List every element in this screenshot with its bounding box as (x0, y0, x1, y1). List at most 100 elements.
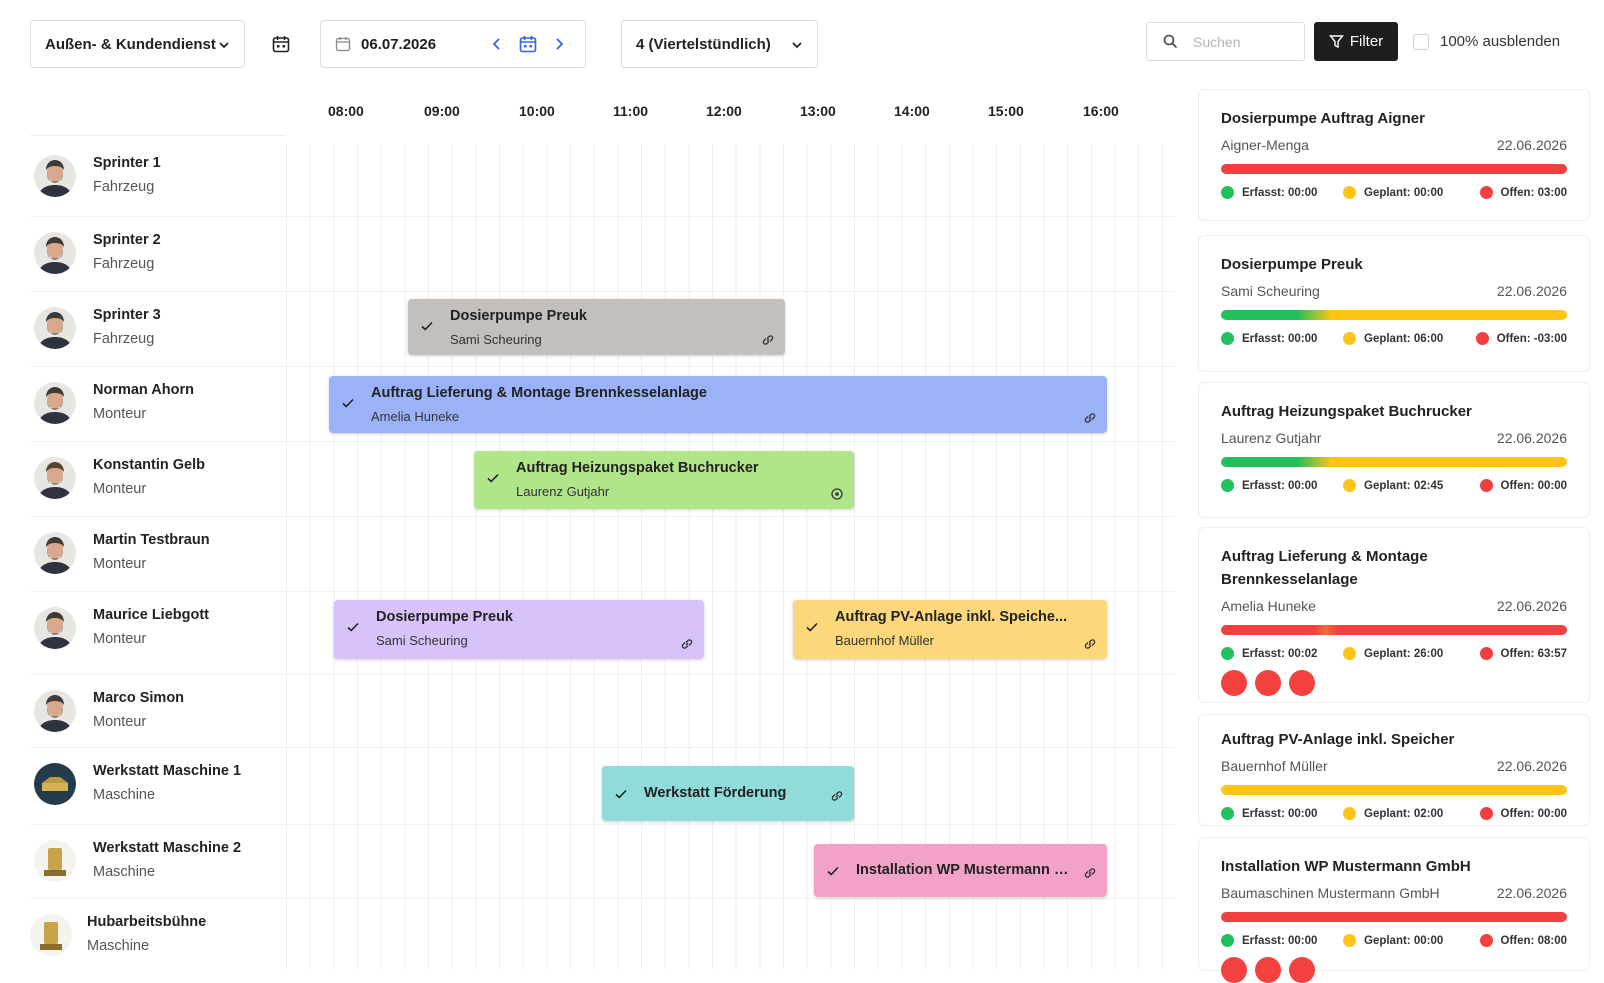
avatar (34, 382, 76, 424)
resource-row[interactable]: Sprinter 2 Fahrzeug (34, 232, 284, 292)
card-customer: Laurenz Gutjahr (1221, 430, 1322, 446)
event-block[interactable]: Installation WP Mustermann GmbH (814, 844, 1107, 897)
calendar-today-icon[interactable] (519, 35, 537, 53)
resource-row[interactable]: Marco Simon Monteur (34, 690, 284, 750)
event-subtitle: Laurenz Gutjahr (516, 484, 610, 499)
stat-offen-text: Offen: 00:00 (1500, 479, 1567, 492)
alert-dot-icon[interactable] (1289, 670, 1315, 696)
card-stats: Erfasst: 00:00 Geplant: 00:00 Offen: 08:00 (1221, 934, 1567, 948)
resource-type: Monteur (93, 481, 147, 497)
stat-offen: Offen: 03:00 (1479, 186, 1567, 199)
resource-name: Sprinter 1 (93, 155, 161, 171)
stat-geplant: Geplant: 02:45 (1343, 479, 1443, 492)
order-card[interactable]: Dosierpumpe Preuk Sami Scheuring 22.06.202… (1198, 235, 1590, 372)
card-date: 22.06.2026 (1496, 430, 1567, 446)
stat-offen: Offen: 63:57 (1479, 647, 1567, 660)
alert-dot-icon[interactable] (1255, 957, 1281, 983)
card-title: Dosierpumpe Auftrag Aigner (1221, 110, 1425, 127)
progress-bar (1221, 785, 1567, 795)
row-divider (30, 366, 1174, 367)
card-stats: Erfasst: 00:00 Geplant: 00:00 Offen: 03:00 (1221, 186, 1567, 200)
hour-label: 09:00 (424, 103, 460, 119)
status-dot-icon (1343, 647, 1356, 660)
order-card[interactable]: Dosierpumpe Auftrag Aigner Aigner-Menga 22… (1198, 89, 1590, 221)
hour-label: 16:00 (1083, 103, 1119, 119)
resource-row[interactable]: Martin Testbraun Monteur (34, 532, 284, 592)
calendar-icon[interactable] (272, 35, 290, 53)
row-divider (30, 747, 1174, 748)
resource-row[interactable]: Maurice Liebgott Monteur (34, 607, 284, 667)
resource-type: Fahrzeug (93, 331, 155, 347)
status-dot-icon (1479, 647, 1493, 660)
link-icon[interactable] (830, 789, 844, 803)
event-block[interactable]: Auftrag Lieferung & Montage Brennkessela… (329, 376, 1107, 433)
alert-dot-icon[interactable] (1255, 670, 1281, 696)
order-card[interactable]: Auftrag Lieferung & Montage Brennkessela… (1198, 527, 1590, 703)
event-title: Auftrag PV-Anlage inkl. Speiche... (835, 609, 1068, 625)
order-card[interactable]: Installation WP Mustermann GmbH Baumaschi… (1198, 837, 1590, 983)
card-customer: Amelia Huneke (1221, 598, 1316, 614)
resource-row[interactable]: Werkstatt Maschine 2 Maschine (34, 840, 284, 900)
event-block[interactable]: Dosierpumpe Preuk Sami Scheuring (334, 600, 704, 659)
resource-row[interactable]: Konstantin Gelb Monteur (34, 457, 284, 517)
filter-button[interactable]: Filter (1314, 22, 1398, 61)
alert-dot-icon[interactable] (1221, 957, 1247, 983)
status-dot-icon (1221, 332, 1234, 345)
link-icon[interactable] (1083, 637, 1097, 651)
chevron-left-icon[interactable] (489, 36, 505, 52)
status-dot-icon (1343, 479, 1356, 492)
event-block[interactable]: Dosierpumpe Preuk Sami Scheuring (408, 299, 785, 355)
link-icon[interactable] (1083, 411, 1097, 425)
row-divider (30, 674, 1174, 675)
card-title: Auftrag Lieferung & Montage Brennkessela… (1221, 548, 1428, 588)
resource-name: Marco Simon (93, 690, 185, 706)
stat-geplant-text: Geplant: 02:45 (1364, 479, 1444, 492)
event-block[interactable]: Werkstatt Förderung (602, 766, 854, 821)
search-placeholder: Suchen (1193, 34, 1241, 50)
event-subtitle: Sami Scheuring (376, 633, 468, 648)
alert-dot-icon[interactable] (1221, 670, 1247, 696)
resource-row[interactable]: Sprinter 1 Fahrzeug (34, 155, 284, 215)
target-icon[interactable] (830, 487, 844, 501)
chevron-right-icon[interactable] (551, 36, 567, 52)
stat-erfasst-text: Erfasst: 00:02 (1242, 647, 1318, 660)
search-input[interactable]: Suchen (1146, 22, 1305, 61)
stat-erfasst: Erfasst: 00:00 (1221, 807, 1317, 820)
status-dot-icon (1221, 934, 1234, 947)
row-divider (30, 441, 1174, 442)
resource-name: Werkstatt Maschine 1 (93, 763, 242, 779)
alert-bubbles (1221, 957, 1315, 983)
date-picker[interactable]: 06.07.2026 (320, 20, 586, 68)
progress-bar (1221, 625, 1567, 635)
row-divider (30, 216, 1174, 217)
hour-label: 12:00 (706, 103, 742, 119)
hour-label: 08:00 (328, 103, 364, 119)
link-icon[interactable] (680, 637, 694, 651)
divider (30, 135, 286, 136)
department-select[interactable]: Außen- & Kundendienst (30, 20, 245, 68)
link-icon[interactable] (1083, 866, 1097, 880)
stat-offen-text: Offen: -03:00 (1496, 332, 1567, 345)
interval-select[interactable]: 4 (Viertelstündlich) (621, 20, 818, 68)
link-icon[interactable] (761, 333, 775, 347)
status-dot-icon (1343, 186, 1356, 199)
resource-name: Norman Ahorn (93, 382, 194, 398)
alert-dot-icon[interactable] (1289, 957, 1315, 983)
resource-row[interactable]: Norman Ahorn Monteur (34, 382, 284, 442)
event-title: Dosierpumpe Preuk (450, 308, 587, 324)
resource-row[interactable]: Sprinter 3 Fahrzeug (34, 307, 284, 367)
order-card[interactable]: Auftrag PV-Anlage inkl. Speicher Bauernho… (1198, 714, 1590, 826)
resource-name: Sprinter 2 (93, 232, 161, 248)
resource-row[interactable]: Werkstatt Maschine 1 Maschine (34, 763, 284, 823)
event-block[interactable]: Auftrag PV-Anlage inkl. Speiche... Bauern… (793, 600, 1107, 659)
hide-complete-checkbox[interactable] (1413, 34, 1429, 50)
hour-label: 15:00 (988, 103, 1024, 119)
resource-row[interactable]: Hubarbeitsbühne Maschine (30, 914, 280, 974)
event-block[interactable]: Auftrag Heizungspaket Buchrucker Laurenz … (474, 451, 854, 509)
status-dot-icon (1221, 479, 1234, 492)
stat-erfasst: Erfasst: 00:02 (1221, 647, 1317, 660)
status-dot-icon (1475, 332, 1489, 345)
card-customer: Baumaschinen Mustermann GmbH (1221, 885, 1440, 901)
progress-bar (1221, 164, 1567, 174)
order-card[interactable]: Auftrag Heizungspaket Buchrucker Laurenz … (1198, 382, 1590, 518)
